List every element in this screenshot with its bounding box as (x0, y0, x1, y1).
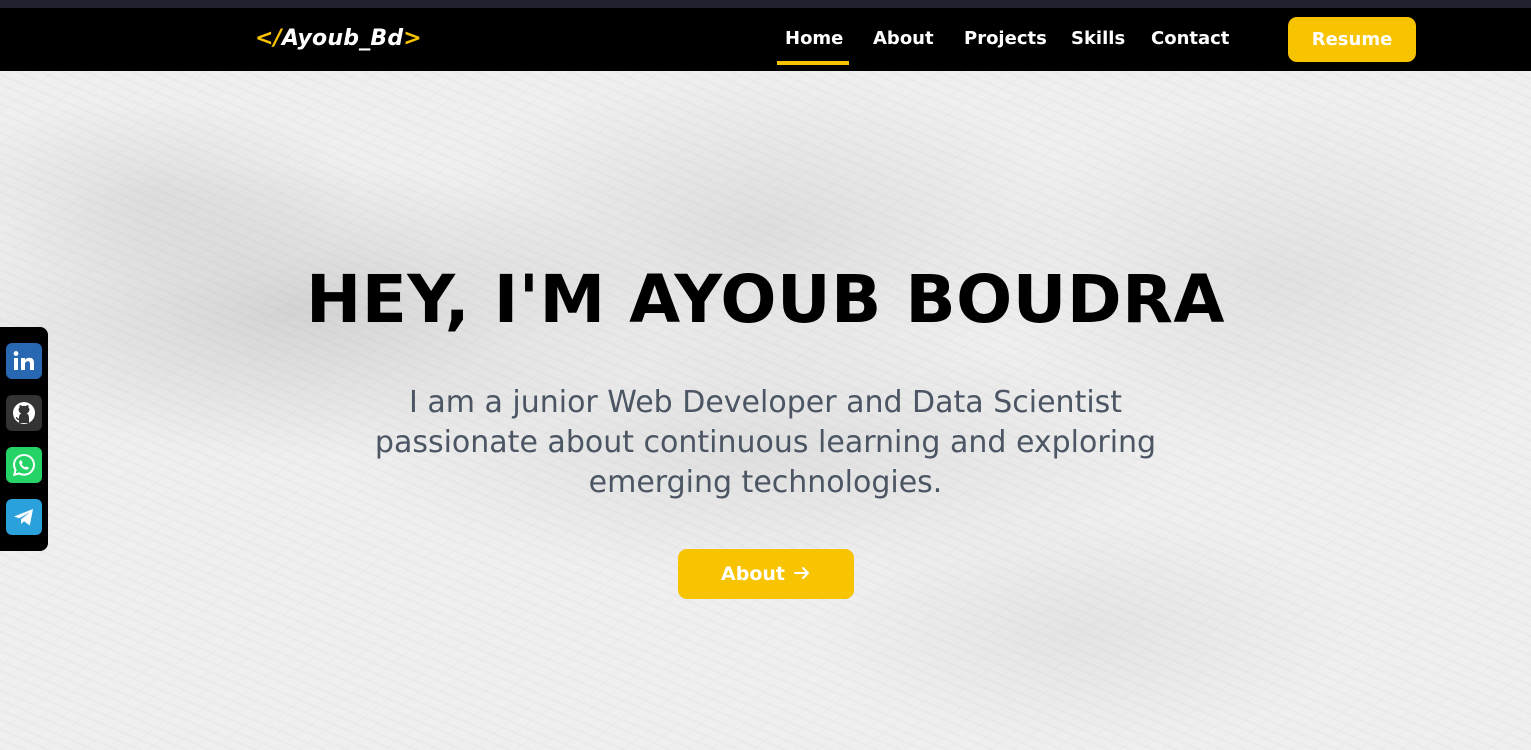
hero-subtitle-line: passionate about continuous learning and… (374, 425, 1157, 460)
about-cta-button[interactable]: About (678, 549, 854, 599)
hero-title: HEY, I'M AYOUB BOUDRA (305, 261, 1226, 338)
hero-subtitle: I am a junior Web Developer and Data Sci… (0, 383, 1531, 503)
nav-link-skills[interactable]: Skills (1071, 28, 1125, 49)
nav-link-projects[interactable]: Projects (964, 28, 1047, 49)
logo-suffix: > (403, 26, 422, 51)
telegram-icon[interactable] (6, 499, 42, 535)
nav-link-about[interactable]: About (873, 28, 934, 49)
arrow-right-icon (793, 564, 811, 585)
hero-section: HEY, I'M AYOUB BOUDRA I am a junior Web … (0, 71, 1531, 750)
github-icon[interactable] (6, 395, 42, 431)
linkedin-icon[interactable] (6, 343, 42, 379)
navbar: </Ayoub_Bd> Home About Projects Skills C… (0, 8, 1531, 71)
hero-subtitle-line: I am a junior Web Developer and Data Sci… (408, 385, 1123, 420)
nav-link-home[interactable]: Home (785, 28, 843, 49)
site-logo[interactable]: </Ayoub_Bd> (255, 26, 422, 51)
social-sidebar (0, 327, 48, 551)
logo-name: Ayoub_Bd (281, 26, 404, 51)
nav-link-contact[interactable]: Contact (1151, 28, 1229, 49)
active-nav-indicator (777, 61, 849, 65)
about-cta-label: About (721, 563, 785, 585)
hero-subtitle-line: emerging technologies. (588, 465, 943, 500)
window-top-border (0, 0, 1531, 8)
logo-prefix: </ (255, 26, 282, 51)
whatsapp-icon[interactable] (6, 447, 42, 483)
resume-button[interactable]: Resume (1288, 17, 1416, 62)
